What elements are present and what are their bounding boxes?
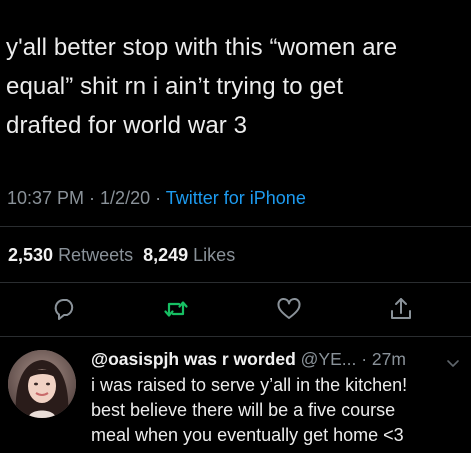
retweets-label: Retweets (58, 245, 134, 265)
heart-icon (277, 297, 301, 319)
retweet-icon (164, 301, 188, 317)
avatar-photo (8, 350, 76, 418)
tweet-meta: 10:37 PM · 1/2/20 · Twitter for iPhone (7, 188, 306, 209)
reply-handle[interactable]: @YE... (301, 349, 357, 369)
share-icon (391, 298, 411, 319)
avatar[interactable] (8, 350, 76, 418)
like-button[interactable] (276, 296, 302, 322)
tweet-time: 10:37 PM (7, 188, 85, 208)
action-bar (0, 296, 471, 326)
likes-count: 8,249 (143, 245, 189, 265)
likes-stat[interactable]: 8,249 Likes (143, 245, 235, 265)
retweets-count: 2,530 (8, 245, 54, 265)
reply-time[interactable]: 27m (372, 349, 406, 369)
retweets-stat[interactable]: 2,530 Retweets (8, 245, 133, 265)
tweet-source-link[interactable]: Twitter for iPhone (166, 188, 306, 208)
tweet-text: y'all better stop with this “women are e… (6, 34, 398, 139)
reply-display-name[interactable]: @oasispjh was r worded (91, 349, 296, 369)
retweet-button[interactable] (163, 296, 189, 322)
reply-text: i was raised to serve y’all in the kitch… (91, 375, 408, 445)
meta-separator: · (150, 188, 166, 208)
reply-icon (54, 299, 74, 320)
chevron-down-icon[interactable] (446, 355, 460, 367)
divider (0, 282, 471, 283)
divider (0, 336, 471, 337)
divider (0, 226, 471, 227)
share-button[interactable] (388, 296, 414, 322)
reply-tweet[interactable]: @oasispjh was r worded @YE... · 27m i wa… (0, 347, 471, 453)
meta-separator: · (84, 188, 101, 208)
tweet-date[interactable]: 1/2/20 (100, 188, 150, 208)
reply-header: @oasispjh was r worded @YE... · 27m (91, 349, 406, 370)
likes-label: Likes (193, 245, 236, 265)
tweet-stats: 2,530 Retweets 8,249 Likes (8, 245, 235, 266)
meta-separator: · (356, 349, 372, 369)
reply-button[interactable] (52, 296, 78, 322)
